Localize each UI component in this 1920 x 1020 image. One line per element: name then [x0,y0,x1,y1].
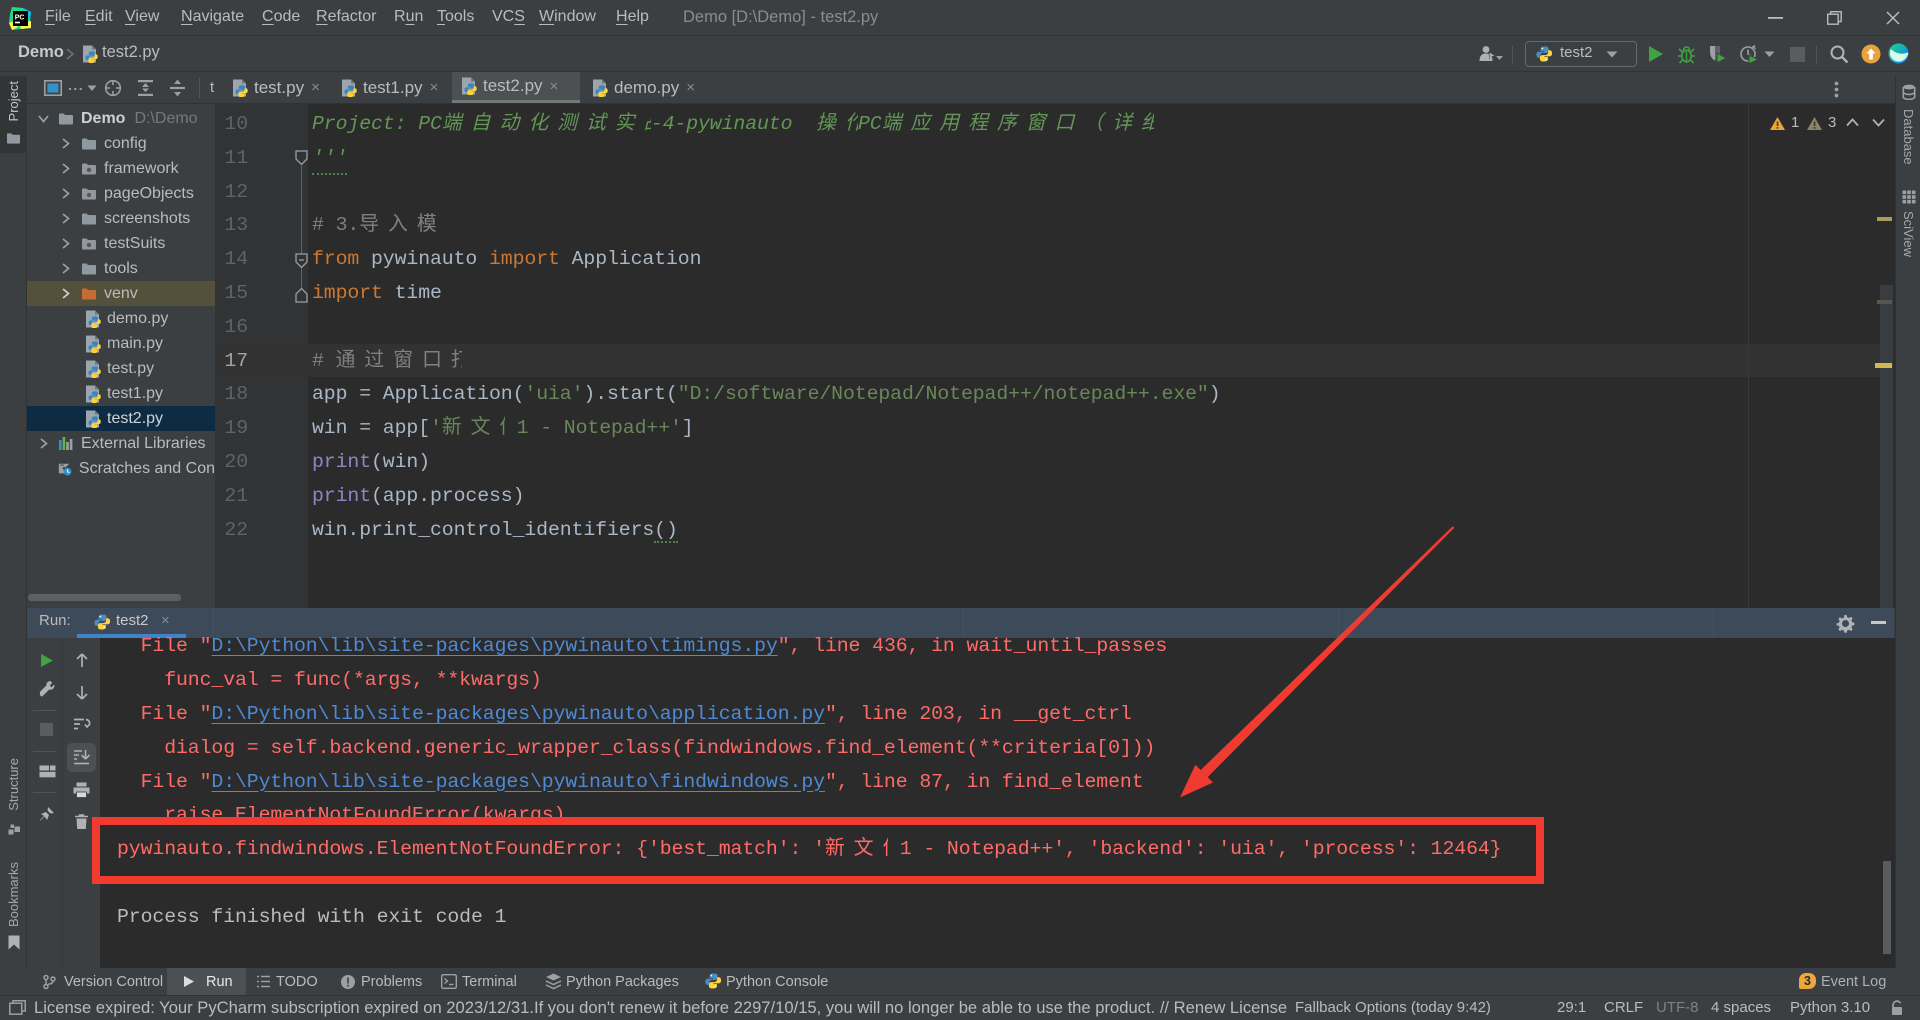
svg-text:PC: PC [15,15,25,22]
